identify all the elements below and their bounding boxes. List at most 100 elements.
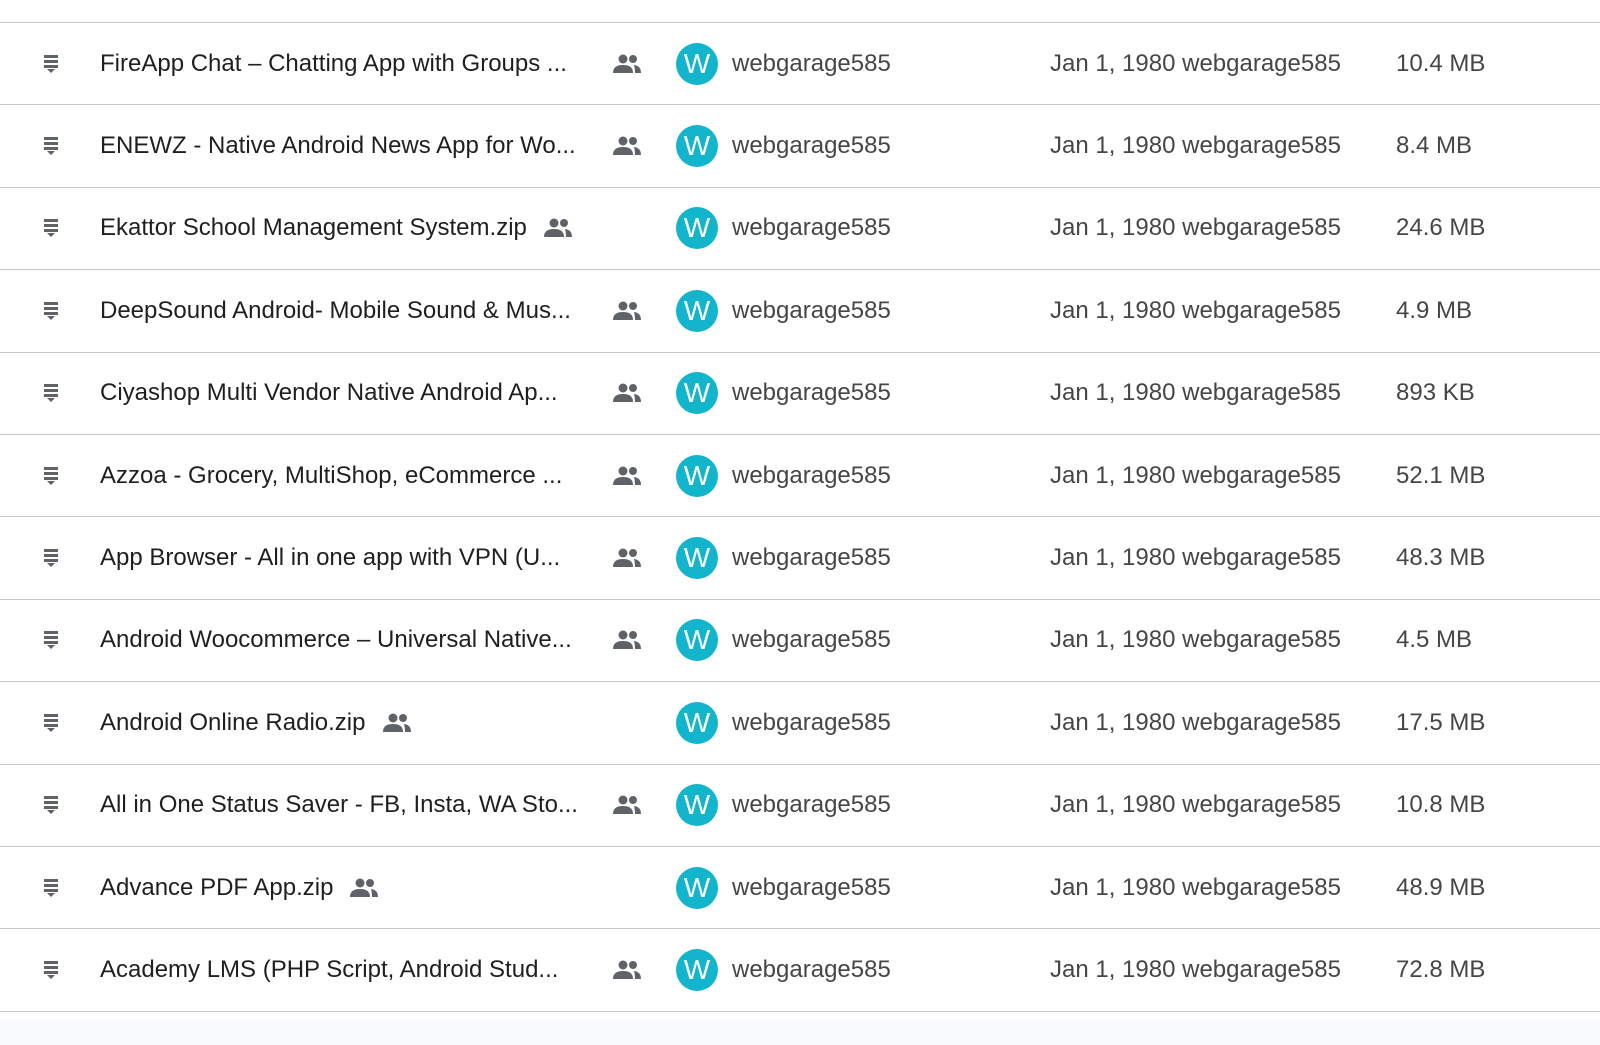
zip-file-icon: [44, 219, 58, 238]
people-icon: [349, 877, 379, 899]
file-size: 17.5 MB: [1396, 708, 1486, 736]
avatar[interactable]: W: [676, 454, 718, 497]
people-icon: [612, 959, 642, 981]
modified-date: Jan 1, 1980: [1050, 461, 1176, 489]
owner-name: webgarage585: [732, 49, 891, 77]
zip-file-icon: [44, 878, 58, 897]
modified-date: Jan 1, 1980: [1050, 379, 1176, 407]
file-size: 10.4 MB: [1396, 49, 1486, 77]
avatar[interactable]: W: [676, 42, 718, 85]
last-modified: Jan 1, 1980 webgarage585: [1050, 544, 1341, 572]
owner-name: webgarage585: [732, 708, 891, 736]
modified-date: Jan 1, 1980: [1050, 955, 1176, 983]
file-row[interactable]: ENEWZ - Native Android News App for Wo..…: [0, 105, 1600, 188]
owner-name: webgarage585: [732, 544, 891, 572]
file-name-wrap: ENEWZ - Native Android News App for Wo..…: [100, 132, 576, 160]
modified-by: webgarage585: [1182, 955, 1341, 983]
file-name[interactable]: ENEWZ - Native Android News App for Wo..…: [100, 132, 576, 160]
people-icon: [612, 300, 642, 322]
modified-date: Jan 1, 1980: [1050, 791, 1176, 819]
last-modified: Jan 1, 1980 webgarage585: [1050, 297, 1341, 325]
modified-by: webgarage585: [1182, 49, 1341, 77]
file-name[interactable]: Android Online Radio.zip: [100, 709, 366, 737]
file-name-wrap: Ekattor School Management System.zip: [100, 214, 573, 242]
modified-by: webgarage585: [1182, 626, 1341, 654]
last-modified: Jan 1, 1980 webgarage585: [1050, 956, 1341, 984]
zip-file-icon: [44, 137, 58, 156]
file-size: 48.9 MB: [1396, 873, 1486, 901]
file-name[interactable]: Android Woocommerce – Universal Native..…: [100, 626, 572, 654]
people-icon: [612, 465, 642, 487]
file-row[interactable]: Ekattor School Management System.zip W w…: [0, 188, 1600, 271]
owner-name: webgarage585: [732, 379, 891, 407]
avatar[interactable]: W: [676, 619, 718, 662]
zip-file-icon: [44, 384, 58, 403]
modified-by: webgarage585: [1182, 214, 1341, 242]
modified-by: webgarage585: [1182, 873, 1341, 901]
avatar[interactable]: W: [676, 866, 718, 909]
file-name[interactable]: Advance PDF App.zip: [100, 874, 333, 902]
file-row[interactable]: Advance PDF App.zip W webgarage585 Jan 1…: [0, 847, 1600, 930]
modified-date: Jan 1, 1980: [1050, 214, 1176, 242]
file-row[interactable]: Ciyashop Multi Vendor Native Android Ap.…: [0, 353, 1600, 435]
file-name[interactable]: App Browser - All in one app with VPN (U…: [100, 544, 560, 572]
file-size: 52.1 MB: [1396, 461, 1486, 489]
file-name-wrap: App Browser - All in one app with VPN (U…: [100, 544, 560, 572]
file-size: 893 KB: [1396, 379, 1475, 407]
modified-by: webgarage585: [1182, 544, 1341, 572]
avatar[interactable]: W: [676, 537, 718, 580]
file-row[interactable]: Android Woocommerce – Universal Native..…: [0, 600, 1600, 683]
file-row[interactable]: Academy LMS (PHP Script, Android Stud...…: [0, 929, 1600, 1012]
zip-file-icon: [44, 713, 58, 732]
zip-file-icon: [44, 796, 58, 815]
last-modified: Jan 1, 1980 webgarage585: [1050, 791, 1341, 819]
avatar[interactable]: W: [676, 372, 718, 415]
zip-file-icon: [44, 301, 58, 320]
file-size: 4.9 MB: [1396, 296, 1473, 324]
avatar[interactable]: W: [676, 948, 718, 991]
file-name[interactable]: All in One Status Saver - FB, Insta, WA …: [100, 791, 578, 819]
file-name[interactable]: Azzoa - Grocery, MultiShop, eCommerce ..…: [100, 462, 562, 490]
file-row[interactable]: FireApp Chat – Chatting App with Groups …: [0, 23, 1600, 106]
file-row[interactable]: Android Online Radio.zip W webgarage585 …: [0, 682, 1600, 765]
owner-name: webgarage585: [732, 873, 891, 901]
people-icon: [612, 53, 642, 75]
owner-name: webgarage585: [732, 626, 891, 654]
people-icon: [612, 629, 642, 651]
modified-by: webgarage585: [1182, 791, 1341, 819]
file-size: 48.3 MB: [1396, 544, 1486, 572]
file-name[interactable]: Ekattor School Management System.zip: [100, 214, 527, 242]
file-name-wrap: DeepSound Android- Mobile Sound & Mus...: [100, 297, 571, 325]
people-icon: [612, 135, 642, 157]
file-size: 10.8 MB: [1396, 791, 1486, 819]
owner-name: webgarage585: [732, 461, 891, 489]
file-name[interactable]: DeepSound Android- Mobile Sound & Mus...: [100, 297, 571, 325]
avatar[interactable]: W: [676, 701, 718, 744]
file-row[interactable]: Azzoa - Grocery, MultiShop, eCommerce ..…: [0, 435, 1600, 518]
file-name-wrap: Ciyashop Multi Vendor Native Android Ap.…: [100, 379, 558, 407]
file-name[interactable]: FireApp Chat – Chatting App with Groups …: [100, 50, 567, 78]
last-modified: Jan 1, 1980 webgarage585: [1050, 874, 1341, 902]
modified-date: Jan 1, 1980: [1050, 626, 1176, 654]
last-modified: Jan 1, 1980 webgarage585: [1050, 709, 1341, 737]
people-icon: [382, 712, 412, 734]
file-row[interactable]: App Browser - All in one app with VPN (U…: [0, 517, 1600, 600]
owner-name: webgarage585: [732, 214, 891, 242]
modified-date: Jan 1, 1980: [1050, 544, 1176, 572]
file-name-wrap: Azzoa - Grocery, MultiShop, eCommerce ..…: [100, 462, 562, 490]
modified-date: Jan 1, 1980: [1050, 132, 1176, 160]
file-row[interactable]: All in One Status Saver - FB, Insta, WA …: [0, 765, 1600, 847]
avatar[interactable]: W: [676, 207, 718, 250]
last-modified: Jan 1, 1980 webgarage585: [1050, 132, 1341, 160]
avatar[interactable]: W: [676, 289, 718, 332]
file-name[interactable]: Academy LMS (PHP Script, Android Stud...: [100, 956, 558, 984]
file-name-wrap: FireApp Chat – Chatting App with Groups …: [100, 50, 567, 78]
owner-name: webgarage585: [732, 296, 891, 324]
file-row[interactable]: DeepSound Android- Mobile Sound & Mus...…: [0, 270, 1600, 353]
zip-file-icon: [44, 466, 58, 485]
file-name[interactable]: Ciyashop Multi Vendor Native Android Ap.…: [100, 379, 558, 407]
avatar[interactable]: W: [676, 784, 718, 827]
avatar[interactable]: W: [676, 125, 718, 168]
people-icon: [543, 217, 573, 239]
modified-date: Jan 1, 1980: [1050, 708, 1176, 736]
